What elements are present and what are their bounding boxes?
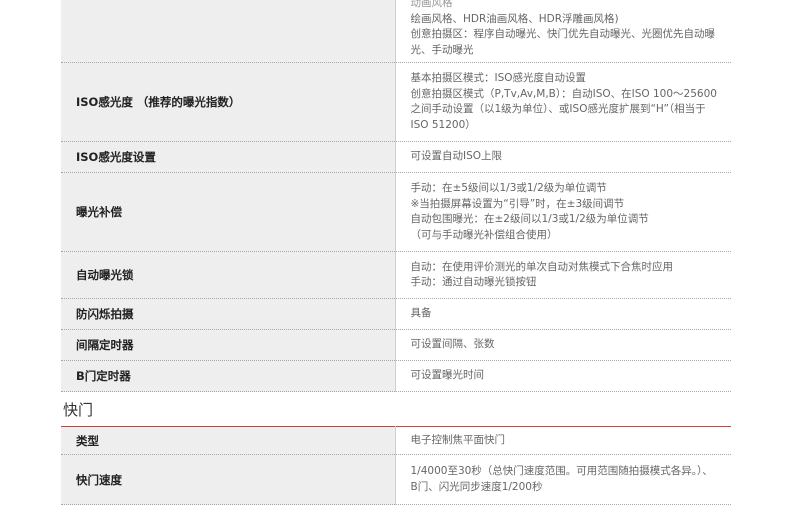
row-value: 可设置间隔、张数 [395, 329, 731, 361]
row-label: 自动曝光锁 [61, 251, 396, 299]
row-value: 手动：在±5级间以1/3或1/2级为单位调节 ※当拍摄屏幕设置为“引导”时，在±… [395, 172, 731, 252]
row-label: 类型 [61, 426, 396, 455]
value-line: 创意拍摄区：程序自动曝光、快门优先自动曝光、光圈优先自动曝光、手动曝光 [410, 28, 716, 56]
row-label: ISO感光度 （推荐的曝光指数） [61, 62, 396, 142]
value-line: 可设置曝光时间 [410, 369, 485, 382]
table-row: 自动曝光锁 自动：在使用评价测光的单次自动对焦模式下合焦时应用 手动：通过自动曝… [61, 251, 731, 299]
value-line: 自动：在使用评价测光的单次自动对焦模式下合焦时应用 [410, 260, 674, 273]
row-label [61, 0, 396, 63]
value-line: 绘画风格、HDR油画风格、HDR浮雕画风格) [410, 12, 619, 25]
value-line: 具备 [410, 307, 432, 320]
value-line: 可设置自动ISO上限 [410, 150, 503, 163]
table-row: 类型 电子控制焦平面快门 [61, 426, 731, 455]
value-line: 手动：通过自动曝光锁按钮 [410, 276, 537, 288]
row-label: B门定时器 [61, 360, 396, 392]
table-row: ISO感光度 （推荐的曝光指数） 基本拍摄区模式：ISO感光度自动设置 创意拍摄… [61, 62, 731, 142]
row-value: 自动：在使用评价测光的单次自动对焦模式下合焦时应用 手动：通过自动曝光锁按钮 [395, 251, 731, 299]
spec-table-shutter: 类型 电子控制焦平面快门 快门速度 1/4000至30秒（总快门速度范围。可用范… [61, 426, 731, 505]
row-value: 基本拍摄区模式：ISO感光度自动设置 创意拍摄区模式（P,Tv,Av,M,B）：… [395, 62, 731, 142]
row-label: ISO感光度设置 [61, 141, 396, 173]
table-row: 防闪烁拍摄 具备 [61, 298, 731, 330]
value-line: 手动：在±5级间以1/3或1/2级为单位调节 [410, 182, 607, 194]
table-row: ISO感光度设置 可设置自动ISO上限 [61, 141, 731, 173]
row-value: 可设置曝光时间 [395, 360, 731, 392]
value-line: 电子控制焦平面快门 [410, 433, 506, 446]
table-row: 曝光补偿 手动：在±5级间以1/3或1/2级为单位调节 ※当拍摄屏幕设置为“引导… [61, 172, 731, 252]
value-line: ※当拍摄屏幕设置为“引导”时，在±3级间调节 [410, 197, 625, 210]
row-value: 电子控制焦平面快门 [395, 426, 731, 455]
value-line: （可与手动曝光补偿组合使用） [410, 228, 558, 241]
table-row: 快门速度 1/4000至30秒（总快门速度范围。可用范围随拍摄模式各异。）、B门… [61, 454, 731, 505]
row-label: 防闪烁拍摄 [61, 298, 396, 330]
row-value: 1/4000至30秒（总快门速度范围。可用范围随拍摄模式各异。）、B门、闪光同步… [395, 454, 731, 505]
table-row: B门定时器 可设置曝光时间 [61, 360, 731, 392]
table-row: 动画风格 绘画风格、HDR油画风格、HDR浮雕画风格) 创意拍摄区：程序自动曝光… [61, 0, 731, 63]
value-line: 自动包围曝光：在±2级间以1/3或1/2级为单位调节 [410, 213, 649, 225]
table-row: 间隔定时器 可设置间隔、张数 [61, 329, 731, 361]
value-line: 基本拍摄区模式：ISO感光度自动设置 [410, 72, 587, 84]
row-value: 可设置自动ISO上限 [395, 141, 731, 173]
value-line: 可设置间隔、张数 [410, 338, 495, 351]
row-value: 具备 [395, 298, 731, 330]
value-line: 创意拍摄区模式（P,Tv,Av,M,B）：自动ISO、在ISO 100～2560… [410, 87, 717, 131]
spec-table-exposure: 动画风格 绘画风格、HDR油画风格、HDR浮雕画风格) 创意拍摄区：程序自动曝光… [61, 0, 731, 392]
value-line: 动画风格 [410, 0, 453, 9]
row-label: 间隔定时器 [61, 329, 396, 361]
row-label: 快门速度 [61, 454, 396, 505]
value-line: 1/4000至30秒（总快门速度范围。可用范围随拍摄模式各异。）、B门、闪光同步… [410, 465, 713, 493]
section-heading-shutter: 快门 [63, 401, 94, 419]
row-value: 动画风格 绘画风格、HDR油画风格、HDR浮雕画风格) 创意拍摄区：程序自动曝光… [395, 0, 731, 63]
row-label: 曝光补偿 [61, 172, 396, 252]
